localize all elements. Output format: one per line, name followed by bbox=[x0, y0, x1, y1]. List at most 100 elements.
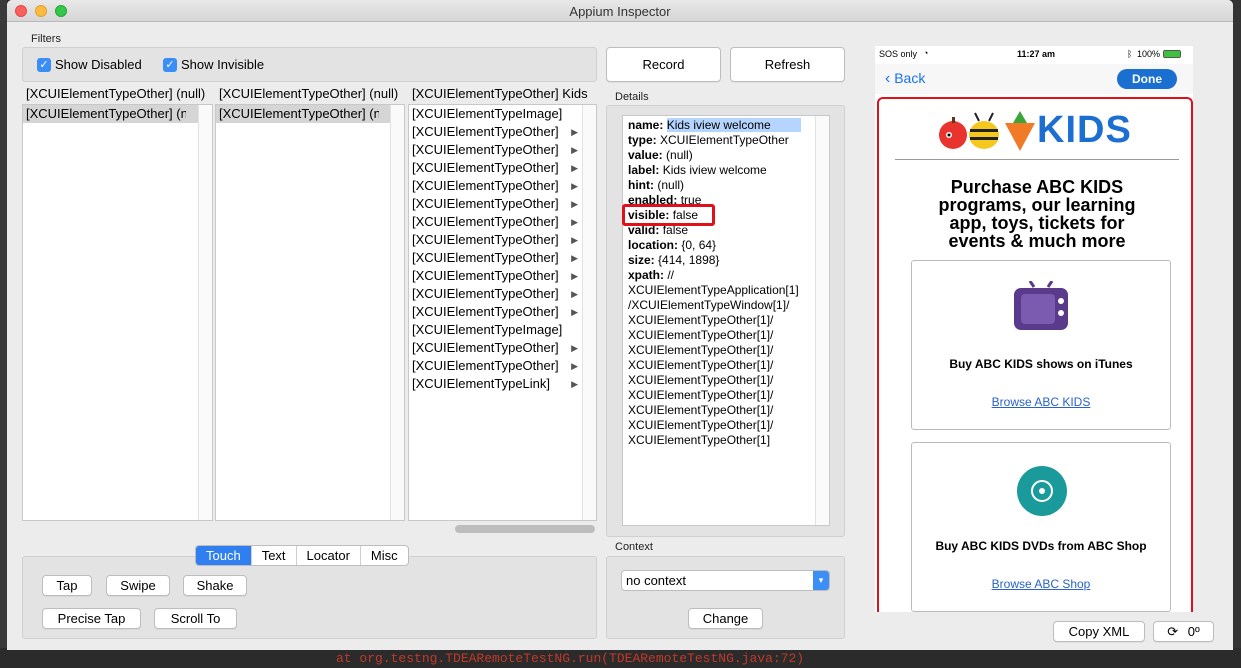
action-tabs: Touch Text Locator Misc bbox=[195, 545, 409, 566]
itunes-card: Buy ABC KIDS shows on iTunes Browse ABC … bbox=[911, 260, 1171, 430]
detail-key: label: bbox=[628, 163, 660, 177]
change-context-button[interactable]: Change bbox=[688, 608, 763, 629]
detail-line: xpath: // bbox=[623, 268, 829, 283]
detail-value: (null) bbox=[666, 148, 693, 162]
precise-tap-button[interactable]: Precise Tap bbox=[42, 608, 141, 629]
background-error-line: at org.testng.TDEARemoteTestNG.run(TDEAR… bbox=[336, 651, 805, 666]
show-invisible-checkbox[interactable]: ✓ Show Invisible bbox=[163, 57, 264, 72]
tree-row[interactable]: [XCUIElementTypeImage] bbox=[409, 105, 596, 123]
column-header: [XCUIElementTypeOther] Kids bbox=[412, 86, 588, 101]
tv-icon bbox=[1014, 281, 1068, 330]
logo-text: KIDS bbox=[1037, 109, 1132, 151]
tab-text[interactable]: Text bbox=[252, 546, 297, 565]
vertical-scrollbar[interactable] bbox=[582, 105, 596, 520]
tab-locator[interactable]: Locator bbox=[297, 546, 361, 565]
battery-icon bbox=[1163, 50, 1181, 58]
show-disabled-checkbox[interactable]: ✓ Show Disabled bbox=[37, 57, 142, 72]
tree-row[interactable]: [XCUIElementTypeOther] ▶ bbox=[409, 249, 596, 267]
detail-key: hint: bbox=[628, 178, 654, 192]
scroll-to-button[interactable]: Scroll To bbox=[154, 608, 237, 629]
detail-line: value: (null) bbox=[623, 148, 829, 163]
tap-button[interactable]: Tap bbox=[42, 575, 92, 596]
tree-row[interactable]: [XCUIElementTypeOther] ▶ bbox=[409, 213, 596, 231]
vertical-scrollbar[interactable] bbox=[815, 116, 829, 525]
tree-row-label: [XCUIElementTypeImage] bbox=[412, 106, 563, 121]
vertical-scrollbar[interactable] bbox=[198, 105, 212, 520]
device-screenshot[interactable]: SOS only ◔ 11:27 am ᛒ 100% ‹ Back Done K… bbox=[875, 46, 1193, 612]
vertical-scrollbar[interactable] bbox=[390, 105, 404, 520]
column-header: [XCUIElementTypeOther] (null) bbox=[219, 86, 399, 101]
swipe-button[interactable]: Swipe bbox=[106, 575, 170, 596]
tree-row-label: [XCUIElementTypeOther] bbox=[412, 214, 559, 229]
back-button[interactable]: ‹ Back bbox=[885, 70, 925, 88]
rotation-value: 0º bbox=[1187, 624, 1200, 639]
detail-value: // bbox=[667, 268, 675, 282]
tree-column-2[interactable]: [XCUIElementTypeOther] (null)▶ bbox=[215, 104, 405, 521]
tree-row[interactable]: [XCUIElementTypeOther] ▶ bbox=[409, 267, 596, 285]
expand-arrow-icon: ▶ bbox=[571, 361, 578, 371]
expand-arrow-icon: ▶ bbox=[571, 163, 578, 173]
wifi-icon: ◔ bbox=[923, 48, 929, 58]
copy-xml-button[interactable]: Copy XML bbox=[1053, 621, 1145, 642]
tree-row[interactable]: [XCUIElementTypeOther] ▶ bbox=[409, 195, 596, 213]
expand-arrow-icon: ▶ bbox=[571, 217, 578, 227]
tab-misc[interactable]: Misc bbox=[361, 546, 408, 565]
refresh-button[interactable]: Refresh bbox=[730, 47, 845, 82]
context-selected-value: no context bbox=[626, 573, 686, 588]
details-label: Details bbox=[615, 91, 649, 103]
detail-value: XCUIElementTypeApplication[1] bbox=[628, 283, 799, 297]
tree-row[interactable]: [XCUIElementTypeImage] bbox=[409, 321, 596, 339]
tree-row-label: [XCUIElementTypeOther] bbox=[412, 358, 559, 373]
checkmark-icon: ✓ bbox=[163, 57, 177, 72]
tree-row[interactable]: [XCUIElementTypeOther] ▶ bbox=[409, 177, 596, 195]
tree-row-label: [XCUIElementTypeOther] bbox=[412, 340, 559, 355]
detail-value: XCUIElementTypeOther[1]/ bbox=[628, 418, 774, 432]
record-button[interactable]: Record bbox=[606, 47, 721, 82]
tree-row[interactable]: [XCUIElementTypeOther] ▶ bbox=[409, 357, 596, 375]
tree-row[interactable]: [XCUIElementTypeOther] (null)▶ bbox=[216, 105, 404, 123]
detail-line: XCUIElementTypeOther[1] bbox=[623, 433, 829, 448]
background-window-edge bbox=[0, 0, 7, 668]
tree-column-3[interactable]: [XCUIElementTypeImage] [XCUIElementTypeOt… bbox=[408, 104, 597, 521]
column-header: [XCUIElementTypeOther] (null) bbox=[26, 86, 206, 101]
tree-column-1[interactable]: [XCUIElementTypeOther] (null)▶ bbox=[22, 104, 213, 521]
tree-row[interactable]: [XCUIElementTypeLink] ▶ bbox=[409, 375, 596, 393]
detail-value: XCUIElementTypeOther[1]/ bbox=[628, 313, 774, 327]
done-button[interactable]: Done bbox=[1117, 69, 1177, 89]
browse-abc-shop-link[interactable]: Browse ABC Shop bbox=[912, 577, 1170, 591]
show-disabled-label: Show Disabled bbox=[55, 57, 142, 72]
purchase-headline: Purchase ABC KIDS programs, our learning… bbox=[938, 177, 1136, 251]
divider bbox=[895, 159, 1179, 160]
detail-line: name: Kids iview welcome bbox=[623, 118, 829, 133]
detail-value: XCUIElementTypeOther[1]/ bbox=[628, 328, 774, 342]
browse-abc-kids-link[interactable]: Browse ABC KIDS bbox=[912, 395, 1170, 409]
tab-touch[interactable]: Touch bbox=[196, 546, 252, 565]
tree-row[interactable]: [XCUIElementTypeOther] (null)▶ bbox=[23, 105, 212, 123]
detail-line: XCUIElementTypeOther[1]/ bbox=[623, 418, 829, 433]
horizontal-scrollbar[interactable] bbox=[455, 525, 595, 533]
tree-row-label: [XCUIElementTypeImage] bbox=[412, 322, 563, 337]
detail-value: {0, 64} bbox=[681, 238, 717, 252]
tree-row[interactable]: [XCUIElementTypeOther] ▶ bbox=[409, 123, 596, 141]
detail-line: hint: (null) bbox=[623, 178, 829, 193]
web-content-frame: KIDS Purchase ABC KIDS programs, our lea… bbox=[877, 97, 1193, 612]
tree-row[interactable]: [XCUIElementTypeOther] ▶ bbox=[409, 231, 596, 249]
filters-group: ✓ Show Disabled ✓ Show Invisible bbox=[22, 47, 597, 82]
abc-shop-card-title: Buy ABC KIDS DVDs from ABC Shop bbox=[935, 539, 1147, 553]
tree-row[interactable]: [XCUIElementTypeOther] ▶ bbox=[409, 339, 596, 357]
tree-row[interactable]: [XCUIElementTypeOther] ▶ bbox=[409, 159, 596, 177]
tree-row[interactable]: [XCUIElementTypeOther] ▶ bbox=[409, 285, 596, 303]
context-select[interactable]: no context ▾ bbox=[621, 570, 830, 591]
expand-arrow-icon: ▶ bbox=[571, 181, 578, 191]
tree-row[interactable]: [XCUIElementTypeOther] ▶ bbox=[409, 303, 596, 321]
detail-line: XCUIElementTypeOther[1]/ bbox=[623, 373, 829, 388]
detail-value: XCUIElementTypeOther[1]/ bbox=[628, 343, 774, 357]
tree-row[interactable]: [XCUIElementTypeOther] ▶ bbox=[409, 141, 596, 159]
clock-label: 11:27 am bbox=[1017, 49, 1056, 59]
detail-value: Kids iview welcome bbox=[666, 118, 801, 132]
detail-value: {414, 1898} bbox=[658, 253, 720, 267]
detail-value: Kids iview welcome bbox=[662, 163, 767, 177]
rotate-button[interactable]: ⟳ 0º bbox=[1153, 621, 1214, 642]
shake-button[interactable]: Shake bbox=[183, 575, 247, 596]
tree-row-label: [XCUIElementTypeOther] (null) bbox=[219, 106, 379, 121]
